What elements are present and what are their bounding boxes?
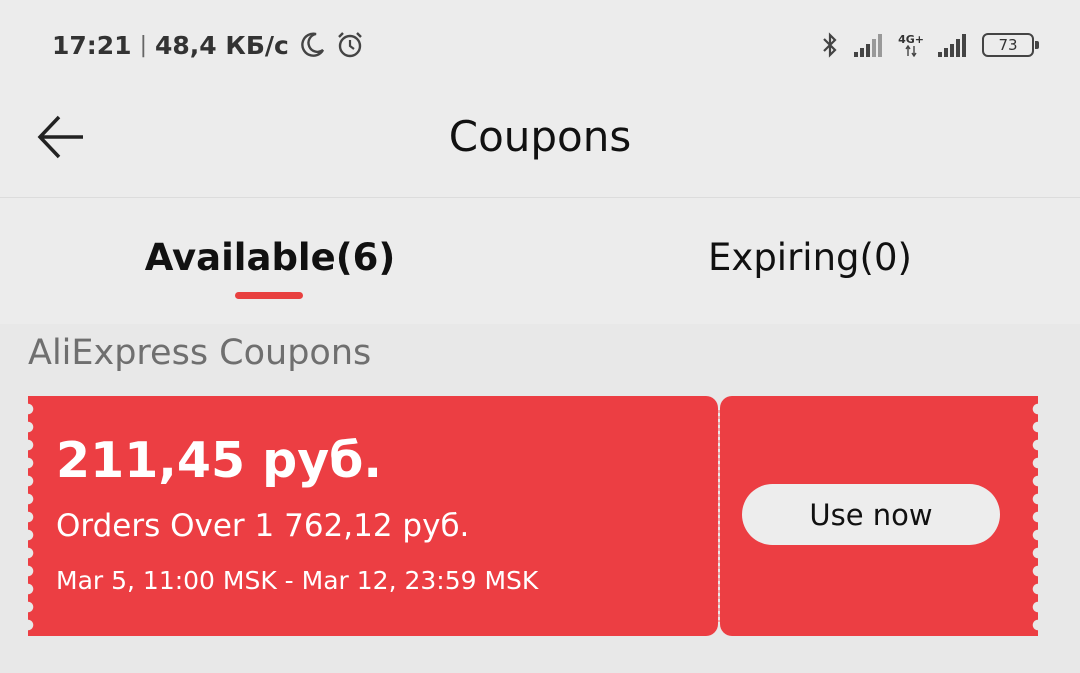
moon-icon [301,32,324,57]
status-left: 17:21 | 48,4 КБ/с [52,28,365,62]
use-now-button[interactable]: Use now [742,484,1000,545]
coupon-validity: Mar 5, 11:00 MSK - Mar 12, 23:59 MSK [56,566,539,595]
tab-bar: Available(6) Expiring(0) [0,198,1080,324]
network-speed: 48,4 КБ/с [155,30,289,60]
tab-available[interactable]: Available(6) [0,198,540,324]
active-tab-indicator [235,292,303,299]
coupon-condition: Orders Over 1 762,12 руб. [56,508,470,544]
data-arrows-icon [905,44,917,57]
status-bar: 17:21 | 48,4 КБ/с 4G+ 73 [0,0,1080,90]
alarm-icon [337,32,362,58]
battery-icon: 73 [982,33,1039,57]
clock: 17:21 [52,30,132,60]
tab-available-label: Available(6) [144,236,396,279]
coupon-perforation-left [22,400,34,632]
network-type: 4G+ [898,34,924,57]
signal-icon-2 [938,34,966,57]
network-type-label: 4G+ [898,32,924,46]
tab-expiring-label: Expiring(0) [708,236,912,279]
status-separator: | [139,32,147,58]
coupon-body: 211,45 руб. Orders Over 1 762,12 руб. Ma… [22,396,718,636]
bluetooth-icon [823,32,837,58]
coupon-amount: 211,45 руб. [56,432,382,489]
coupon-perforation-right [1032,400,1044,632]
status-right: 4G+ 73 [820,28,1039,62]
tab-expiring[interactable]: Expiring(0) [540,198,1080,324]
app-header: Coupons [0,90,1080,198]
page-title: Coupons [448,112,632,161]
coupon-card: 211,45 руб. Orders Over 1 762,12 руб. Ma… [22,396,1044,636]
battery-level: 73 [998,36,1018,54]
signal-icon [854,34,883,57]
section-title: AliExpress Coupons [28,333,372,373]
